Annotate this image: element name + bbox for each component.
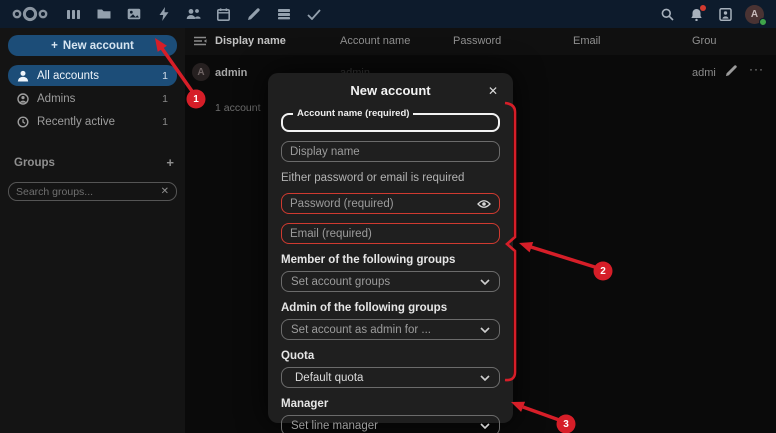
deck-icon[interactable]	[274, 5, 293, 24]
clear-search-icon[interactable]: ✕	[161, 186, 169, 197]
sidebar-item-label: Admins	[37, 92, 76, 105]
user-avatar[interactable]: A	[745, 4, 767, 26]
sidebar-nav: All accounts 1 Admins 1 Recently active …	[8, 65, 177, 132]
photos-icon[interactable]	[124, 5, 143, 24]
dashboard-icon[interactable]	[64, 5, 83, 24]
account-name-field: Account name (required)	[281, 108, 500, 135]
close-icon[interactable]: ✕	[484, 82, 502, 100]
add-group-icon[interactable]: +	[166, 156, 174, 169]
group-search-field: ✕	[8, 182, 177, 201]
new-account-button[interactable]: + New account	[8, 35, 177, 56]
activity-icon[interactable]	[154, 5, 173, 24]
sidebar-item-all-accounts[interactable]: All accounts 1	[8, 65, 177, 86]
quota-label: Quota	[281, 350, 315, 362]
files-icon[interactable]	[94, 5, 113, 24]
sidebar-item-admins[interactable]: Admins 1	[8, 88, 177, 109]
nextcloud-logo-icon[interactable]	[10, 5, 50, 23]
display-name-input[interactable]	[290, 145, 491, 158]
notes-icon[interactable]	[244, 5, 263, 24]
manager-placeholder: Set line manager	[291, 419, 378, 432]
plus-icon: +	[51, 39, 58, 52]
chevron-down-icon	[480, 326, 490, 333]
admin-groups-select[interactable]: Set account as admin for ...	[281, 319, 500, 340]
count-badge: 1	[162, 92, 168, 105]
online-status-dot	[759, 17, 767, 26]
member-groups-placeholder: Set account groups	[291, 275, 391, 288]
tasks-icon[interactable]	[304, 5, 323, 24]
column-header-account-name[interactable]: Account name	[340, 35, 410, 47]
quota-value: Default quota	[295, 371, 364, 384]
app-menu	[64, 5, 323, 24]
password-field	[281, 193, 500, 214]
email-input[interactable]	[290, 227, 491, 240]
column-header-display-name[interactable]: Display name	[215, 35, 286, 47]
row-display-name: admin	[215, 67, 248, 79]
column-header-groups[interactable]: Grou	[692, 35, 716, 47]
collapse-menu-icon[interactable]	[193, 35, 207, 47]
contacts-icon[interactable]	[184, 5, 203, 24]
row-group: admi	[692, 67, 716, 79]
row-avatar: A	[192, 63, 210, 81]
calendar-icon[interactable]	[214, 5, 233, 24]
search-icon[interactable]	[658, 5, 677, 24]
admin-groups-label: Admin of the following groups	[281, 302, 448, 314]
notifications-bell-icon[interactable]	[687, 4, 706, 24]
new-account-label: New account	[62, 39, 134, 52]
row-more-actions-icon[interactable]: ···	[749, 62, 764, 76]
column-header-password[interactable]: Password	[453, 35, 501, 47]
notification-badge	[700, 4, 706, 11]
admin-groups-placeholder: Set account as admin for ...	[291, 323, 431, 336]
clock-icon	[17, 115, 29, 128]
manager-select[interactable]: Set line manager	[281, 415, 500, 433]
password-email-hint: Either password or email is required	[281, 172, 465, 184]
member-groups-label: Member of the following groups	[281, 254, 456, 266]
avatar-letter: A	[750, 8, 759, 20]
member-groups-select[interactable]: Set account groups	[281, 271, 500, 292]
account-name-label: Account name (required)	[297, 108, 410, 119]
topbar-right: A	[658, 4, 776, 26]
quota-select[interactable]: Default quota	[281, 367, 500, 388]
admin-user-icon	[17, 92, 29, 105]
email-field	[281, 223, 500, 244]
new-account-modal: New account ✕ Account name (required) Ei…	[268, 73, 513, 433]
chevron-down-icon	[480, 422, 490, 429]
groups-section-header: Groups +	[8, 156, 177, 169]
sidebar-item-recently-active[interactable]: Recently active 1	[8, 111, 177, 132]
user-icon	[17, 70, 29, 81]
password-input[interactable]	[290, 197, 477, 210]
groups-header-label: Groups	[14, 156, 55, 169]
accounts-count-label: 1 account	[215, 102, 261, 114]
edit-pencil-icon[interactable]	[725, 65, 737, 77]
count-badge: 1	[162, 115, 168, 128]
contacts-menu-icon[interactable]	[716, 5, 735, 24]
account-name-input[interactable]	[291, 123, 490, 135]
modal-header: New account ✕	[281, 81, 500, 101]
column-header-email[interactable]: Email	[573, 35, 601, 47]
show-password-eye-icon[interactable]	[477, 199, 491, 209]
modal-title: New account	[350, 83, 431, 98]
sidebar-item-label: All accounts	[37, 69, 100, 82]
chevron-down-icon	[480, 278, 490, 285]
search-groups-input[interactable]	[16, 185, 161, 198]
chevron-down-icon	[480, 374, 490, 381]
table-header: Display name Account name Password Email…	[185, 28, 776, 55]
display-name-field	[281, 141, 500, 162]
manager-label: Manager	[281, 398, 329, 410]
top-bar: A	[0, 0, 776, 28]
sidebar-item-label: Recently active	[37, 115, 115, 128]
accounts-sidebar: + New account All accounts 1 Admins 1 Re…	[0, 28, 185, 433]
count-badge: 1	[162, 69, 168, 82]
